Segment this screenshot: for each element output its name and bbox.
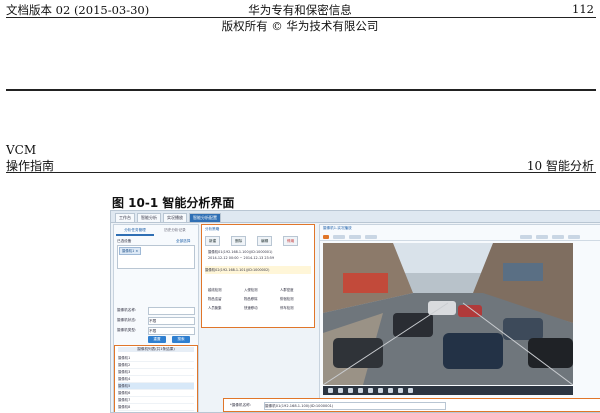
list-item[interactable]: 摄像机7 (118, 397, 194, 404)
toolbar-icon[interactable] (520, 235, 532, 239)
disable-button[interactable]: 停用 (283, 236, 299, 246)
header-center: 华为专有和保密信息 版权所有 © 华为技术有限公司 (0, 2, 600, 34)
policy-panel-title: 分析策略 (205, 227, 220, 231)
check-option[interactable]: 人群密度 (280, 287, 294, 292)
camera-name-input[interactable] (148, 307, 195, 315)
snapshot-icon[interactable] (368, 388, 373, 393)
select-all-link[interactable]: 全部选择 (176, 239, 190, 244)
figure-screenshot: 工作台 智能分析 实况播放 智能分析配置 分析任务管理 历史分析记录 已选设备 … (110, 210, 600, 413)
rewind-icon[interactable] (338, 388, 343, 393)
bottom-camera-label: *摄像机名称: (230, 403, 251, 407)
reset-button[interactable]: 重置 (148, 336, 166, 343)
separator-rule (6, 89, 596, 91)
check-option[interactable]: 物品移除 (244, 296, 258, 301)
tab-workbench[interactable]: 工作台 (115, 213, 135, 223)
camera-name-label: 摄像机名称: (117, 308, 137, 312)
check-option[interactable]: 入侵检测 (244, 287, 258, 292)
check-option[interactable]: 徘徊检测 (280, 296, 294, 301)
audio-icon[interactable] (398, 388, 403, 393)
toolbar-icon[interactable] (365, 235, 377, 239)
check-option[interactable]: 快速移动 (244, 305, 258, 310)
street-scene-image (323, 243, 573, 385)
list-item[interactable]: 摄像机8 (118, 404, 194, 411)
header-rule (6, 17, 596, 18)
device-chip[interactable]: 摄像机1 × (119, 247, 142, 255)
check-option[interactable]: 越线检测 (208, 287, 222, 292)
bottom-camera-select: *摄像机名称: 摄像机01(192.168.1.100)(ID:1000001) (223, 398, 600, 412)
tab-analysis-config[interactable]: 智能分析配置 (189, 213, 221, 223)
confidential-line: 华为专有和保密信息 (248, 3, 352, 17)
section-rule (6, 172, 596, 173)
camera-type-select[interactable]: 不限 (148, 327, 195, 335)
video-panel: 摄像机1-实况播放 (319, 224, 600, 412)
camera-status-select[interactable]: 不限 (148, 317, 195, 325)
check-option[interactable]: 人员聚集 (208, 305, 222, 310)
stop-icon[interactable] (328, 388, 333, 393)
list-item-selected[interactable]: 摄像机5 (118, 383, 194, 390)
toolbar-icon[interactable] (552, 235, 564, 239)
new-button[interactable]: 新建 (205, 236, 221, 246)
camera-list-header: 摄像机列表(共1条结果) (118, 347, 194, 352)
tab-live[interactable]: 实况播放 (163, 213, 187, 223)
list-item[interactable]: 摄像机1 (118, 355, 194, 362)
edit-button[interactable]: 编辑 (257, 236, 273, 246)
camera-type-label: 摄像机类型: (117, 328, 137, 332)
bottom-camera-input[interactable]: 摄像机01(192.168.1.100)(ID:1000001) (264, 402, 446, 410)
list-item[interactable]: 摄像机2 (118, 362, 194, 369)
fullscreen-icon[interactable] (408, 388, 413, 393)
record-icon[interactable] (378, 388, 383, 393)
toolbar-icon[interactable] (568, 235, 580, 239)
app-tab-bar: 工作台 智能分析 实况播放 智能分析配置 (111, 211, 600, 223)
toolbar-icon[interactable] (323, 235, 329, 239)
check-option[interactable]: 物品遗留 (208, 296, 222, 301)
toolbar-icon[interactable] (349, 235, 361, 239)
delete-button[interactable]: 删除 (231, 236, 247, 246)
forward-icon[interactable] (358, 388, 363, 393)
list-item[interactable]: 摄像机6 (118, 390, 194, 397)
figure-caption: 图 10-1 智能分析界面 (112, 196, 235, 210)
toolbar-icon[interactable] (333, 235, 345, 239)
check-option[interactable]: 停车检测 (280, 305, 294, 310)
camera-status-label: 摄像机状态: (117, 318, 137, 322)
policy-panel: 分析策略 新建 删除 编辑 停用 摄像机01(192.168.1.100)(ID… (201, 224, 315, 328)
camera-list: 摄像机列表(共1条结果) 摄像机1 摄像机2 摄像机3 摄像机4 摄像机5 摄像… (114, 345, 198, 412)
copyright-line: 版权所有 © 华为技术有限公司 (221, 19, 379, 33)
live-video[interactable] (323, 243, 573, 385)
page-number: 112 (572, 2, 594, 16)
policy-row-selected[interactable]: 摄像机02(192.168.1.101)(ID:1000002) (205, 266, 311, 274)
play-icon[interactable] (348, 388, 353, 393)
zoom-icon[interactable] (388, 388, 393, 393)
list-item[interactable]: 摄像机3 (118, 369, 194, 376)
search-button[interactable]: 搜索 (172, 336, 190, 343)
selected-devices-label: 已选设备 (117, 239, 132, 243)
tab-analysis[interactable]: 智能分析 (137, 213, 161, 223)
product-name: VCM (6, 143, 37, 157)
tab-history[interactable]: 历史分析记录 (156, 227, 194, 236)
toolbar-icon[interactable] (536, 235, 548, 239)
left-panel: 分析任务管理 历史分析记录 已选设备 全部选择 摄像机1 × 摄像机名称: 摄像… (113, 224, 199, 412)
video-panel-title: 摄像机1-实况播放 (323, 226, 352, 230)
policy-row[interactable]: 摄像机01(192.168.1.100)(ID:1000001) (208, 249, 272, 254)
policy-row-time: 2014-12-12 00:00 ~ 2014-12-13 23:59 (208, 256, 275, 260)
tab-task-management[interactable]: 分析任务管理 (116, 227, 154, 236)
list-item[interactable]: 摄像机4 (118, 376, 194, 383)
